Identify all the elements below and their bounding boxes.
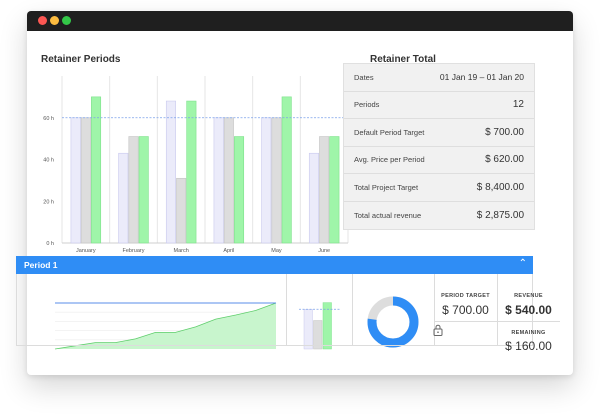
summary-value: $ 620.00 bbox=[485, 154, 524, 166]
y-tick-label: 40 h bbox=[43, 158, 54, 164]
bar-february-1 bbox=[128, 136, 139, 244]
bar-april-1 bbox=[223, 117, 234, 244]
retainer-total-table: Dates 01 Jan 19 – 01 Jan 20 Periods 12 D… bbox=[343, 63, 535, 230]
summary-label: Default Period Target bbox=[354, 127, 425, 137]
summary-label: Total actual revenue bbox=[354, 210, 422, 220]
x-tick-label: February bbox=[122, 248, 144, 254]
revenue-label: REVENUE bbox=[514, 293, 543, 299]
summary-value: 12 bbox=[512, 99, 524, 111]
divider bbox=[286, 274, 287, 346]
summary-row-actual-revenue: Total actual revenue $ 2,875.00 bbox=[344, 202, 534, 230]
summary-label: Total Project Target bbox=[354, 182, 419, 192]
period-title: Period 1 bbox=[24, 260, 58, 270]
bar-january-1 bbox=[80, 117, 91, 244]
summary-row-project-target: Total Project Target $ 8,400.00 bbox=[344, 174, 534, 202]
lock-icon[interactable] bbox=[433, 323, 443, 341]
bar-june-1 bbox=[319, 136, 330, 244]
x-tick-label: June bbox=[318, 248, 330, 254]
summary-label: Periods bbox=[354, 100, 380, 110]
x-tick-label: March bbox=[174, 248, 189, 254]
y-tick-label: 60 h bbox=[43, 116, 54, 122]
bar-march-1 bbox=[176, 177, 187, 244]
summary-value: $ 8,400.00 bbox=[476, 181, 524, 193]
revenue-value: $ 540.00 bbox=[505, 303, 552, 317]
x-tick-label: April bbox=[223, 248, 234, 254]
period-target-value: $ 700.00 bbox=[442, 303, 489, 317]
summary-row-default-target: Default Period Target $ 700.00 bbox=[344, 119, 534, 147]
summary-label: Avg. Price per Period bbox=[354, 155, 425, 165]
divider bbox=[352, 274, 353, 346]
bar-march-0 bbox=[165, 100, 176, 244]
summary-row-dates: Dates 01 Jan 19 – 01 Jan 20 bbox=[344, 64, 534, 92]
bar-may-0 bbox=[261, 117, 272, 244]
period-header[interactable]: Period 1 ⌃ bbox=[16, 256, 533, 274]
summary-value: $ 700.00 bbox=[485, 126, 524, 138]
bar-april-0 bbox=[213, 117, 224, 244]
bar-march-2 bbox=[186, 100, 197, 244]
summary-row-periods: Periods 12 bbox=[344, 92, 534, 119]
divider bbox=[434, 321, 560, 322]
y-tick-label: 0 h bbox=[46, 241, 54, 247]
bar-may-1 bbox=[271, 117, 282, 244]
x-tick-label: January bbox=[76, 248, 96, 254]
chevron-up-icon[interactable]: ⌃ bbox=[519, 258, 527, 269]
y-tick-label: 20 h bbox=[43, 199, 54, 205]
bar-june-0 bbox=[308, 152, 319, 244]
period-target-label: PERIOD TARGET bbox=[441, 293, 490, 299]
bar-april-2 bbox=[234, 136, 245, 244]
summary-value: $ 2,875.00 bbox=[476, 209, 524, 221]
bar-february-2 bbox=[138, 136, 149, 244]
summary-label: Dates bbox=[354, 72, 374, 82]
x-tick-label: May bbox=[271, 248, 282, 254]
summary-value: 01 Jan 19 – 01 Jan 20 bbox=[439, 72, 524, 83]
bar-may-2 bbox=[281, 96, 292, 244]
remaining-value: $ 160.00 bbox=[505, 339, 552, 353]
summary-row-avg-price: Avg. Price per Period $ 620.00 bbox=[344, 147, 534, 174]
bar-june-2 bbox=[329, 136, 340, 244]
bar-february-0 bbox=[118, 152, 129, 244]
bar-january-0 bbox=[70, 117, 81, 244]
bar-january-2 bbox=[91, 96, 102, 244]
remaining-label: REMAINING bbox=[511, 330, 546, 336]
